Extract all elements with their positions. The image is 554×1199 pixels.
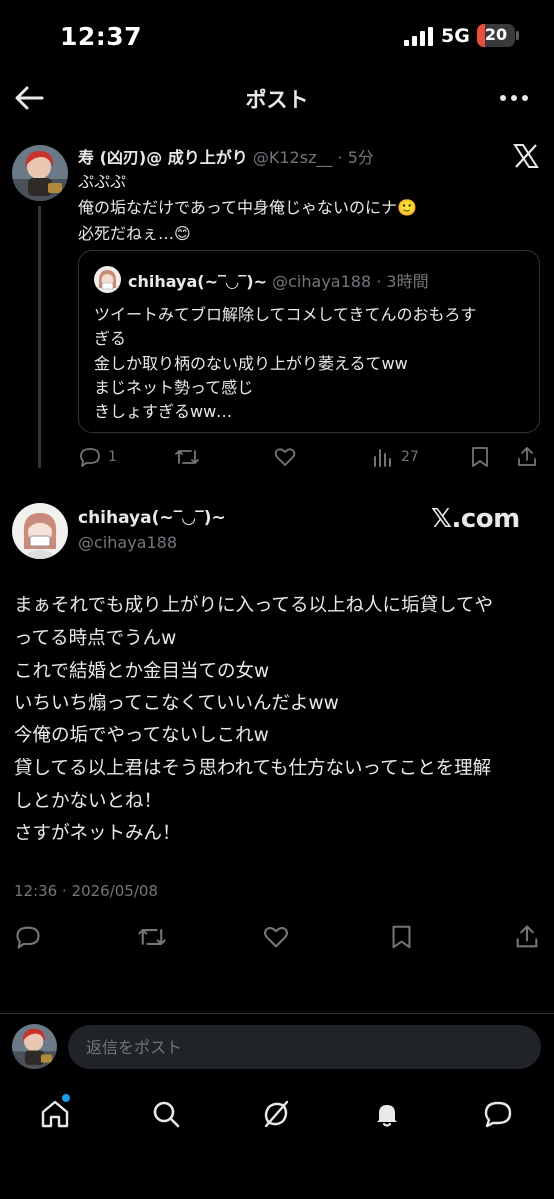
post-text-line: ってる時点でうんw [14, 628, 177, 649]
separator-dot: · [332, 148, 348, 167]
like-button[interactable] [273, 444, 297, 470]
reply-icon [16, 926, 40, 949]
reply-button[interactable]: 1 [78, 444, 117, 470]
views-count: 27 [401, 449, 419, 465]
repost-button[interactable] [174, 444, 200, 470]
home-icon [41, 1100, 69, 1128]
quote-author-handle: @cihaya188 [272, 272, 372, 291]
reply-count: 1 [108, 449, 117, 465]
messages-icon [484, 1101, 512, 1128]
search-icon [153, 1101, 180, 1128]
divider [0, 1013, 554, 1014]
post-text-line: いちいち煽ってこなくていいんだよww [14, 693, 339, 714]
share-icon [518, 447, 536, 466]
post-text-line: 必死だねぇ…😊 [78, 224, 191, 243]
post-time: 5分 [347, 148, 374, 167]
post-text-line: ぷぷぷ [78, 172, 127, 191]
repost-icon [138, 929, 166, 945]
nav-messages[interactable] [481, 1097, 515, 1131]
post-text-line: 貸してる以上君はそう思われても仕方ないってことを理解 [14, 758, 492, 779]
bell-icon [377, 1105, 397, 1127]
heart-icon [274, 448, 296, 466]
grok-icon [264, 1100, 289, 1128]
post-text-line: 今俺の垢でやってないしこれw [14, 725, 269, 746]
reply-input[interactable] [68, 1025, 541, 1069]
post-text-line: さすがネットみん！ [14, 823, 181, 844]
bookmark-icon [472, 447, 488, 467]
quote-time: 3時間 [386, 272, 429, 291]
thread-line [38, 206, 41, 468]
battery-cap [516, 31, 519, 40]
battery-icon: 20 [477, 24, 515, 47]
back-arrow-icon[interactable] [12, 84, 46, 112]
avatar [12, 503, 68, 559]
avatar[interactable] [12, 145, 68, 201]
avatar [94, 266, 121, 293]
reply-button [14, 924, 42, 950]
quote-text-line: ぎる [94, 329, 127, 348]
repost-button [137, 924, 167, 950]
x-logo-icon [513, 144, 539, 168]
notification-dot [62, 1094, 70, 1102]
reply-icon [80, 448, 100, 467]
share-icon [516, 925, 538, 948]
like-button [262, 924, 290, 950]
quote-text-line: まじネット勢って感じ [94, 378, 254, 397]
post-timestamp: 12:36 · 2026/05/08 [14, 882, 158, 900]
cellular-signal-icon [404, 27, 433, 46]
battery-level: 20 [484, 25, 508, 44]
status-time: 12:37 [60, 22, 143, 51]
post-text-line: 俺の垢なだけであって中身俺じゃないのにナ🙂 [78, 198, 417, 217]
network-type: 5G [441, 25, 470, 47]
nav-notifications[interactable] [370, 1097, 404, 1131]
quote-author-name: chihaya(~‾◡‾)~ [128, 272, 268, 291]
bookmark-icon [392, 925, 411, 949]
author-handle: @cihaya188 [78, 533, 177, 552]
views-icon [374, 449, 391, 467]
page-title: ポスト [245, 88, 309, 112]
author-handle: @K12sz__ [252, 148, 333, 167]
post-text-line: これで結婚とか金目当ての女w [14, 661, 270, 682]
post-author[interactable]: 寿 (凶刃)@ 成り上がり @K12sz__ · 5分 [78, 144, 374, 168]
share-button [513, 924, 541, 950]
repost-icon [175, 450, 199, 464]
bookmark-button [389, 924, 414, 950]
quote-text-line: きしょすぎるww… [94, 402, 233, 421]
post-text-line: まぁそれでも成り上がりに入ってる以上ね人に垢貸してや [14, 595, 493, 616]
nav-search[interactable] [149, 1097, 183, 1131]
nav-grok[interactable] [259, 1097, 293, 1131]
quote-text-line: ツイートみてブロ解除してコメしてきてんのおもろす [94, 305, 477, 324]
xcom-watermark: 𝕏.com [431, 504, 520, 534]
heart-icon [264, 927, 288, 948]
bookmark-button[interactable] [469, 444, 491, 470]
separator-dot: · [371, 272, 387, 291]
quote-text-line: 金しか取り柄のない成り上がり萎えるてww [94, 354, 408, 373]
share-button[interactable] [515, 444, 539, 470]
more-options-icon[interactable] [497, 86, 531, 110]
my-avatar[interactable] [12, 1024, 57, 1069]
views-button[interactable]: 27 [371, 444, 419, 470]
author-name: chihaya(~‾◡‾)~ [78, 508, 226, 528]
quote-author: chihaya(~‾◡‾)~ @cihaya188 · 3時間 [128, 268, 429, 292]
post-text-line: しとかないとね！ [14, 791, 163, 812]
nav-home[interactable] [38, 1097, 72, 1131]
author-name: 寿 (凶刃)@ 成り上がり [78, 148, 248, 167]
